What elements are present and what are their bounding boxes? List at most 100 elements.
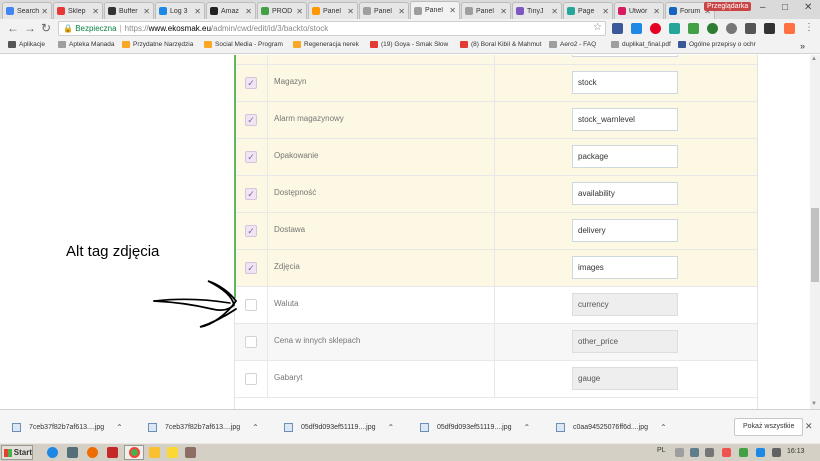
bookmark-item[interactable]: Regeneracja nerek	[293, 41, 359, 48]
extension-teal-icon[interactable]	[669, 23, 680, 34]
bookmark-star-icon[interactable]: ☆	[593, 22, 602, 33]
address-bar[interactable]: 🔒 Bezpieczna | https://www.ekosmak.eu/ad…	[58, 21, 606, 36]
tray-help-icon[interactable]	[675, 448, 684, 457]
taskbar-chrome-icon[interactable]	[129, 447, 140, 458]
tray-security-icon[interactable]	[722, 448, 731, 457]
close-tab-icon[interactable]: ✕	[551, 7, 558, 16]
extension-power-icon[interactable]	[726, 23, 737, 34]
taskbar-save-icon[interactable]	[67, 447, 78, 458]
field-key-input[interactable]: stock_warnlevel	[572, 108, 678, 131]
browser-tab[interactable]: Page ✕	[563, 2, 613, 19]
tray-network-icon[interactable]	[690, 448, 699, 457]
field-key-input[interactable]: availability	[572, 182, 678, 205]
download-item[interactable]: c0aa94525076ff6d....jpg ⌃	[556, 423, 667, 432]
back-icon[interactable]: ←	[7, 21, 19, 35]
tray-volume-icon[interactable]	[772, 448, 781, 457]
field-checkbox[interactable]	[245, 299, 257, 311]
close-shelf-icon[interactable]: ✕	[805, 421, 813, 432]
close-tab-icon[interactable]: ✕	[347, 7, 354, 16]
reload-icon[interactable]: ↻	[41, 21, 51, 35]
field-checkbox[interactable]: ✓	[245, 151, 257, 163]
taskbar-tool-icon[interactable]	[185, 447, 196, 458]
bookmark-item[interactable]: Ogólne przepisy o ochr	[678, 41, 756, 48]
field-checkbox[interactable]: ✓	[245, 77, 257, 89]
language-indicator[interactable]: PL	[657, 447, 666, 454]
close-tab-icon[interactable]: ✕	[92, 7, 99, 16]
field-key-input[interactable]: delivery	[572, 219, 678, 242]
close-tab-icon[interactable]: ✕	[296, 7, 303, 16]
bookmark-item[interactable]: Aero2 - FAQ	[549, 41, 596, 48]
bookmark-item[interactable]: Apteka Manada	[58, 41, 115, 48]
start-button[interactable]: Start	[1, 445, 33, 460]
scroll-down-icon[interactable]: ▼	[811, 401, 817, 407]
close-tab-icon[interactable]: ✕	[194, 7, 201, 16]
scroll-up-icon[interactable]: ▲	[811, 56, 817, 62]
field-checkbox[interactable]: ✓	[245, 114, 257, 126]
browser-tab[interactable]: Utwór ✕	[614, 2, 664, 19]
bookmark-item[interactable]: (8) Boral Kibil & Mahmut	[460, 41, 541, 48]
bookmark-item[interactable]: duplikat_final.pdf	[611, 41, 671, 48]
close-tab-icon[interactable]: ✕	[653, 7, 660, 16]
maximize-icon[interactable]: □	[782, 2, 788, 13]
extension-grammar-icon[interactable]	[707, 23, 718, 34]
close-tab-icon[interactable]: ✕	[245, 7, 252, 16]
browser-tab[interactable]: Panel ✕	[308, 2, 358, 19]
chevron-up-icon[interactable]: ⌃	[660, 423, 667, 432]
field-checkbox[interactable]: ✓	[245, 225, 257, 237]
extension-green-icon[interactable]	[688, 23, 699, 34]
taskbar-firefox-icon[interactable]	[87, 447, 98, 458]
extension-pin-icon[interactable]	[631, 23, 642, 34]
extension-pinterest-icon[interactable]	[650, 23, 661, 34]
chevron-up-icon[interactable]: ⌃	[252, 423, 259, 432]
close-window-icon[interactable]: ✕	[804, 2, 812, 13]
field-key-input[interactable]: stock	[572, 71, 678, 94]
extension-star-icon[interactable]	[784, 23, 795, 34]
download-item[interactable]: 05df9d093ef51119....jpg ⌃	[284, 423, 394, 432]
extension-facebook-icon[interactable]	[612, 23, 623, 34]
close-tab-icon[interactable]: ✕	[143, 7, 150, 16]
browser-tab[interactable]: TinyJ ✕	[512, 2, 562, 19]
tray-device-icon[interactable]	[705, 448, 714, 457]
download-item[interactable]: 05df9d093ef51119....jpg ⌃	[420, 423, 530, 432]
browser-tab[interactable]: PROD ✕	[257, 2, 307, 19]
field-key-input[interactable]: images	[572, 256, 678, 279]
field-checkbox[interactable]	[245, 336, 257, 348]
close-tab-icon[interactable]: ✕	[398, 7, 405, 16]
forward-icon[interactable]: →	[24, 21, 36, 35]
browser-tab[interactable]: Amaz ✕	[206, 2, 256, 19]
tray-sync-icon[interactable]	[756, 448, 765, 457]
chevron-up-icon[interactable]: ⌃	[116, 423, 123, 432]
bookmark-item[interactable]: Aplikacje	[8, 41, 45, 48]
taskbar-folder-icon[interactable]	[149, 447, 160, 458]
taskbar-app-icon[interactable]	[107, 447, 118, 458]
download-item[interactable]: 7ceb37f82b7af613....jpg ⌃	[148, 423, 259, 432]
field-checkbox[interactable]	[245, 373, 257, 385]
bookmark-item[interactable]: Przydatne Narzędzia	[122, 41, 193, 48]
chevron-up-icon[interactable]: ⌃	[387, 423, 394, 432]
browser-tab[interactable]: Panel ✕	[359, 2, 409, 19]
close-tab-icon[interactable]: ✕	[500, 7, 507, 16]
extension-s-icon[interactable]	[745, 23, 756, 34]
field-checkbox[interactable]: ✓	[245, 262, 257, 274]
tray-update-icon[interactable]	[739, 448, 748, 457]
minimize-icon[interactable]: –	[760, 2, 766, 13]
field-key-input[interactable]: mainpage_priority	[572, 55, 678, 57]
browser-tab[interactable]: Panel ✕	[461, 2, 511, 19]
profile-badge[interactable]: Przeglądarka	[704, 2, 752, 11]
menu-icon[interactable]: ⋮	[804, 21, 814, 35]
download-item[interactable]: 7ceb37f82b7af613....jpg ⌃	[12, 423, 123, 432]
bookmark-item[interactable]: Social Media - Program	[204, 41, 283, 48]
close-tab-icon[interactable]: ✕	[602, 7, 609, 16]
browser-tab[interactable]: Log 3 ✕	[155, 2, 205, 19]
browser-tab[interactable]: Panel ✕	[410, 1, 460, 19]
extension-layers-icon[interactable]	[764, 23, 775, 34]
scrollbar-thumb[interactable]	[811, 208, 819, 282]
close-tab-icon[interactable]: ✕	[449, 6, 456, 15]
chevron-up-icon[interactable]: ⌃	[523, 423, 530, 432]
bookmarks-overflow-icon[interactable]: »	[800, 41, 805, 51]
taskbar-ie-icon[interactable]	[47, 447, 58, 458]
browser-tab[interactable]: Sklep ✕	[53, 2, 103, 19]
bookmark-item[interactable]: (19) Goya - Smak Słow	[370, 41, 448, 48]
browser-tab[interactable]: Buffer ✕	[104, 2, 154, 19]
browser-tab[interactable]: Search ✕	[2, 2, 52, 19]
